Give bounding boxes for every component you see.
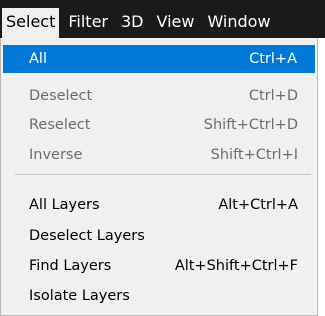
menu-view[interactable]: View: [152, 8, 198, 38]
menu-item-isolate-layers[interactable]: Isolate Layers: [7, 282, 312, 310]
menu-bar: Select Filter 3D View Window: [0, 0, 325, 38]
menu-item-reselect[interactable]: Reselect Shift+Ctrl+D: [7, 111, 312, 139]
menu-item-label: Deselect: [29, 88, 93, 104]
menu-item-all-layers[interactable]: All Layers Alt+Ctrl+A: [7, 191, 312, 219]
menu-select[interactable]: Select: [2, 8, 60, 38]
menu-item-deselect[interactable]: Deselect Ctrl+D: [7, 82, 312, 110]
menu-item-shortcut: Ctrl+D: [248, 88, 298, 104]
select-dropdown-menu: All Ctrl+A Deselect Ctrl+D Reselect Shif…: [0, 38, 318, 316]
menu-item-label: Find Layers: [29, 258, 112, 274]
menu-item-shortcut: Alt+Shift+Ctrl+F: [174, 258, 298, 274]
menu-item-shortcut: Shift+Ctrl+D: [203, 117, 298, 133]
menu-item-find-layers[interactable]: Find Layers Alt+Shift+Ctrl+F: [7, 252, 312, 280]
menu-item-label: Inverse: [29, 147, 83, 163]
menu-item-label: All Layers: [29, 197, 100, 213]
menu-item-label: Isolate Layers: [29, 288, 130, 304]
menu-item-label: All: [29, 51, 47, 67]
menu-item-shortcut: Shift+Ctrl+I: [210, 147, 298, 163]
menu-separator: [15, 174, 311, 175]
menu-item-label: Reselect: [29, 117, 91, 133]
menu-item-shortcut: Ctrl+A: [249, 51, 297, 67]
menu-filter[interactable]: Filter: [64, 8, 112, 38]
menu-item-label: Deselect Layers: [29, 228, 145, 244]
menu-item-all[interactable]: All Ctrl+A: [3, 45, 315, 73]
menu-item-deselect-layers[interactable]: Deselect Layers: [7, 222, 312, 250]
menu-item-inverse[interactable]: Inverse Shift+Ctrl+I: [7, 141, 312, 169]
menu-item-shortcut: Alt+Ctrl+A: [218, 197, 298, 213]
menu-3d[interactable]: 3D: [117, 8, 148, 38]
menu-window[interactable]: Window: [203, 8, 274, 38]
